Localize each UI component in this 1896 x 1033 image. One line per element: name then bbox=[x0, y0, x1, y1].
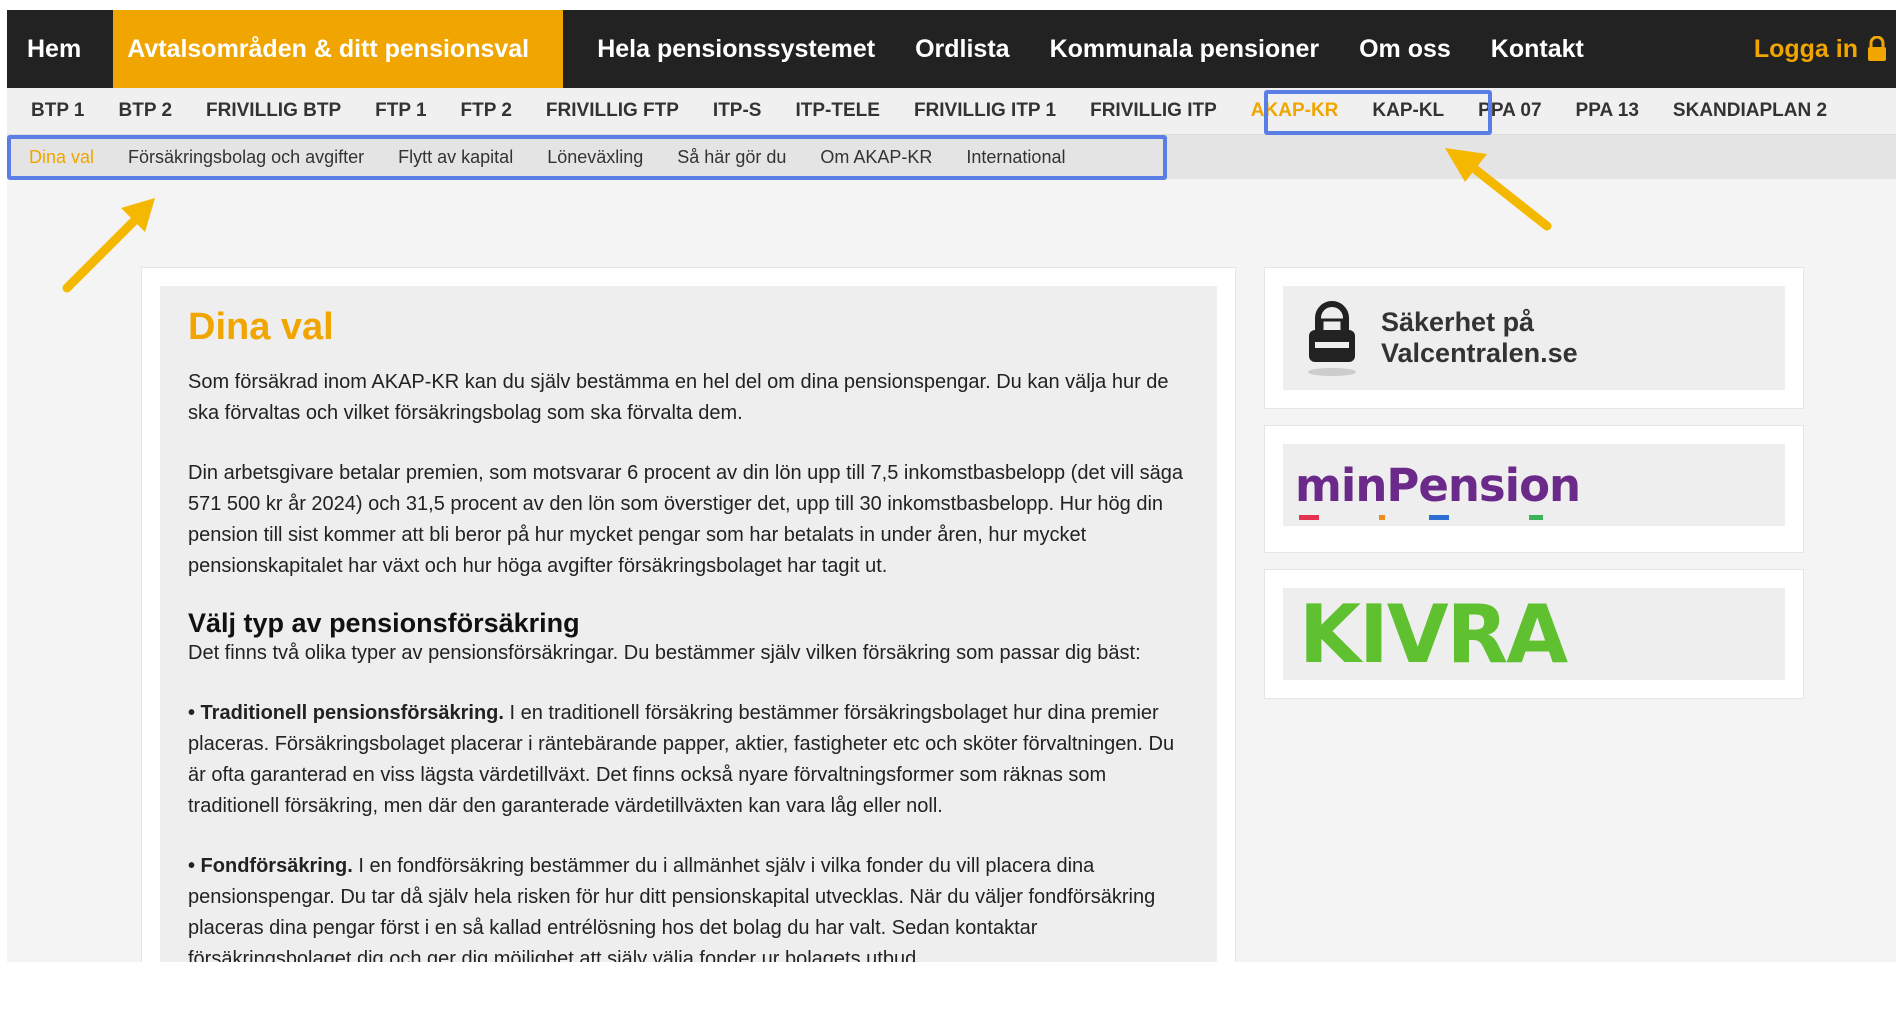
subnav-item-frivillig-ftp[interactable]: FRIVILLIG FTP bbox=[529, 88, 696, 135]
subnav-item-ftp2[interactable]: FTP 2 bbox=[444, 88, 529, 135]
topnav-item-ordlista[interactable]: Ordlista bbox=[895, 10, 1029, 88]
top-nav: Hem Avtalsområden & ditt pensionsval Hel… bbox=[7, 10, 1896, 88]
subnav-item-ftp1[interactable]: FTP 1 bbox=[358, 88, 443, 135]
kivra-logo: KIVRA bbox=[1299, 587, 1568, 681]
kivra-card[interactable]: KIVRA bbox=[1264, 569, 1804, 699]
subnav-item-ppa13[interactable]: PPA 13 bbox=[1559, 88, 1656, 135]
minpension-logo: minPension bbox=[1295, 458, 1581, 520]
minpension-dots bbox=[1299, 514, 1543, 521]
tertiary-nav: Dina val Försäkringsbolag och avgifter F… bbox=[7, 135, 1896, 179]
tertnav-item-international[interactable]: International bbox=[949, 147, 1082, 168]
minpension-card[interactable]: minPension bbox=[1264, 425, 1804, 553]
topnav-item-kommunala-pensioner[interactable]: Kommunala pensioner bbox=[1030, 10, 1340, 88]
main-content: Dina val Som försäkrad inom AKAP-KR kan … bbox=[160, 286, 1217, 962]
page: Hem Avtalsområden & ditt pensionsval Hel… bbox=[7, 10, 1896, 962]
traditional-paragraph: • Traditionell pensionsförsäkring. I en … bbox=[188, 698, 1189, 822]
topnav-item-kontakt[interactable]: Kontakt bbox=[1471, 10, 1604, 88]
subnav-item-frivillig-btp[interactable]: FRIVILLIG BTP bbox=[189, 88, 358, 135]
sub-nav: BTP 1 BTP 2 FRIVILLIG BTP FTP 1 FTP 2 FR… bbox=[7, 88, 1896, 135]
intro-paragraph: Som försäkrad inom AKAP-KR kan du själv … bbox=[188, 371, 1169, 424]
subnav-item-kap-kl[interactable]: KAP-KL bbox=[1355, 88, 1461, 135]
main-content-card: Dina val Som försäkrad inom AKAP-KR kan … bbox=[141, 267, 1236, 962]
subnav-item-skandiaplan2[interactable]: SKANDIAPLAN 2 bbox=[1656, 88, 1844, 135]
topnav-item-hem[interactable]: Hem bbox=[7, 10, 113, 88]
premium-paragraph: Din arbetsgivare betalar premien, som mo… bbox=[188, 462, 1183, 577]
subnav-item-btp2[interactable]: BTP 2 bbox=[102, 88, 190, 135]
tertnav-item-om-akap-kr[interactable]: Om AKAP-KR bbox=[803, 147, 949, 168]
login-label: Logga in bbox=[1753, 34, 1858, 63]
tertnav-item-lonevaxling[interactable]: Löneväxling bbox=[530, 147, 660, 168]
topnav-item-hela-pensionssystemet[interactable]: Hela pensionssystemet bbox=[577, 10, 895, 88]
subnav-item-btp1[interactable]: BTP 1 bbox=[7, 88, 102, 135]
subnav-item-frivillig-itp1[interactable]: FRIVILLIG ITP 1 bbox=[897, 88, 1073, 135]
security-text: Säkerhet på Valcentralen.se bbox=[1381, 307, 1578, 368]
subnav-item-akap-kr[interactable]: AKAP-KR bbox=[1234, 88, 1356, 135]
topnav-item-avtalsomraden[interactable]: Avtalsområden & ditt pensionsval bbox=[113, 10, 564, 88]
subnav-item-frivillig-itp[interactable]: FRIVILLIG ITP bbox=[1073, 88, 1234, 135]
fund-title: • Fondförsäkring. bbox=[188, 855, 353, 877]
padlock-icon bbox=[1308, 301, 1356, 376]
tertnav-item-dina-val[interactable]: Dina val bbox=[7, 147, 111, 168]
traditional-title: • Traditionell pensionsförsäkring. bbox=[188, 702, 504, 724]
subnav-item-ppa07[interactable]: PPA 07 bbox=[1461, 88, 1558, 135]
topnav-item-om-oss[interactable]: Om oss bbox=[1339, 10, 1471, 88]
login-link[interactable]: Logga in bbox=[1734, 10, 1896, 88]
tertnav-item-forsakringsbolag[interactable]: Försäkringsbolag och avgifter bbox=[111, 147, 381, 168]
subnav-item-itp-s[interactable]: ITP-S bbox=[696, 88, 779, 135]
page-title: Dina val bbox=[188, 306, 334, 348]
tertnav-item-sa-har-gor-du[interactable]: Så här gör du bbox=[660, 147, 803, 168]
types-paragraph: Det finns två olika typer av pensionsför… bbox=[188, 642, 1141, 664]
subnav-item-itp-tele[interactable]: ITP-TELE bbox=[778, 88, 896, 135]
security-card[interactable]: Säkerhet på Valcentralen.se bbox=[1264, 267, 1804, 409]
minpension-wordmark: minPension bbox=[1295, 458, 1581, 512]
tertnav-item-flytt-av-kapital[interactable]: Flytt av kapital bbox=[381, 147, 530, 168]
section-heading: Välj typ av pensionsförsäkring bbox=[188, 608, 580, 638]
fund-paragraph: • Fondförsäkring. I en fondförsäkring be… bbox=[188, 851, 1189, 962]
lock-icon bbox=[1868, 36, 1886, 61]
